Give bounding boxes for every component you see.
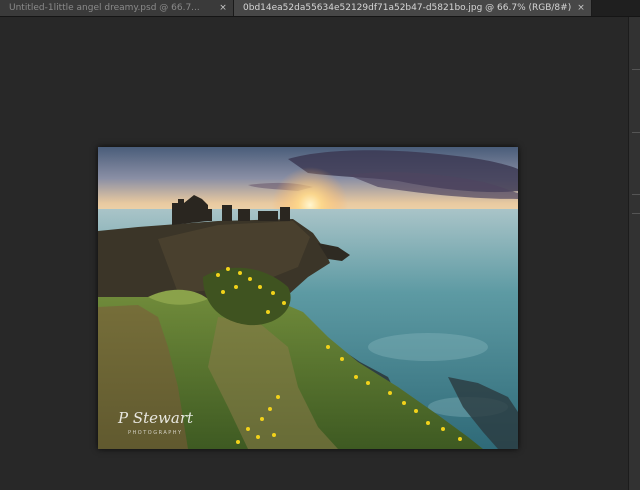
tab-untitled-psd[interactable]: Untitled-1little angel dreamy.psd @ 66.7…: [0, 0, 234, 16]
tab-label: Untitled-1little angel dreamy.psd @ 66.7…: [9, 3, 200, 13]
close-icon[interactable]: ×: [216, 3, 230, 13]
landscape-photo: [98, 147, 518, 449]
close-icon[interactable]: ×: [574, 3, 588, 13]
document-tab-bar: Untitled-1little angel dreamy.psd @ 66.7…: [0, 0, 640, 17]
panel-divider: [632, 213, 640, 214]
panel-divider: [632, 132, 640, 133]
image-canvas[interactable]: P Stewart PHOTOGRAPHY: [98, 147, 518, 449]
signature-subtitle: PHOTOGRAPHY: [128, 430, 183, 436]
photographer-signature: P Stewart: [118, 409, 194, 427]
panel-divider: [632, 69, 640, 70]
tab-label: 0bd14ea52da55634e52129df71a52b47-d5821bo…: [243, 3, 572, 13]
tab-active-jpg[interactable]: 0bd14ea52da55634e52129df71a52b47-d5821bo…: [234, 0, 592, 16]
right-panel-edge[interactable]: [628, 17, 640, 490]
panel-divider: [632, 194, 640, 195]
